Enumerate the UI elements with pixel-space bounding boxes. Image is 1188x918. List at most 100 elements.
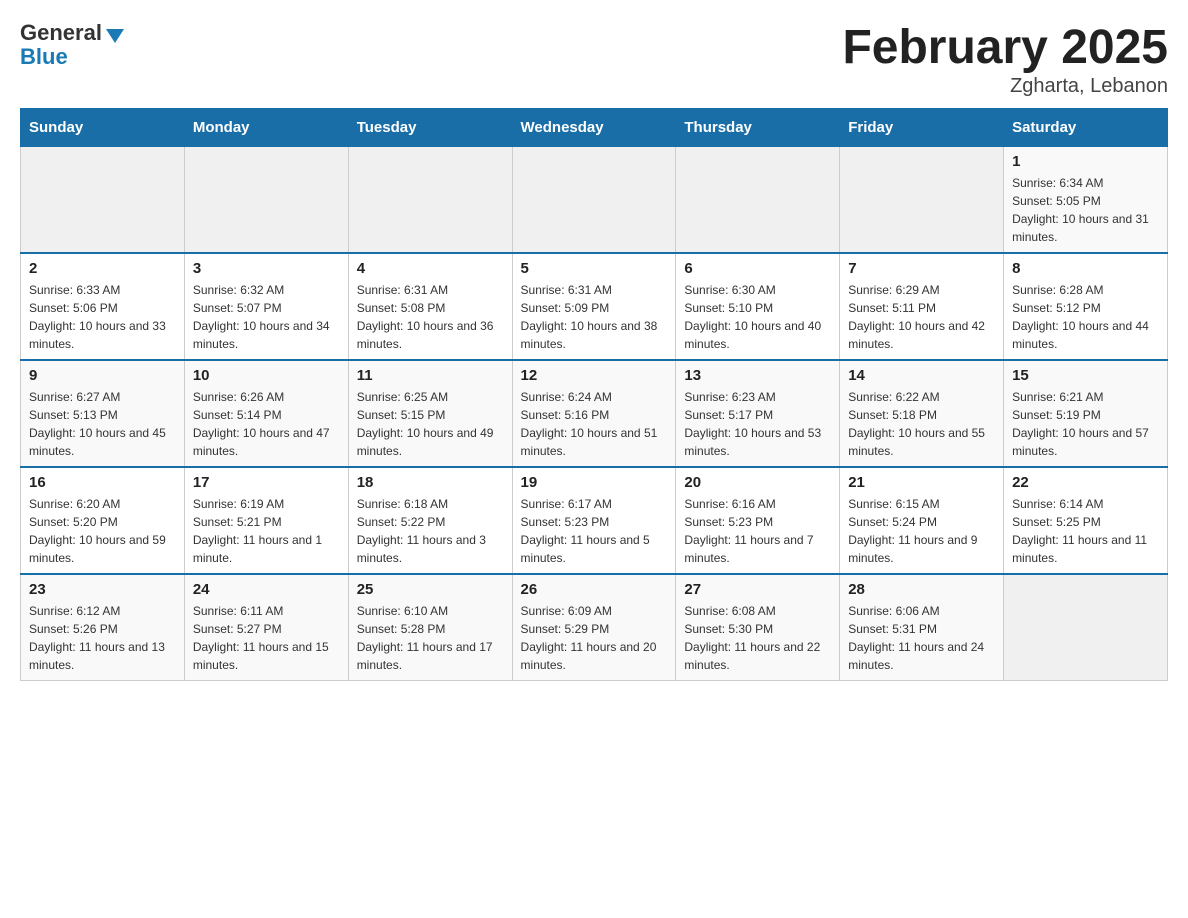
- day-number: 13: [684, 367, 831, 384]
- day-number: 12: [521, 367, 668, 384]
- calendar-cell: [840, 147, 1004, 254]
- calendar-cell: 2 Sunrise: 6:33 AM Sunset: 5:06 PM Daylig…: [21, 253, 185, 360]
- calendar-cell: 18Sunrise: 6:18 AM Sunset: 5:22 PM Dayli…: [348, 467, 512, 574]
- calendar-cell: 5Sunrise: 6:31 AM Sunset: 5:09 PM Daylig…: [512, 253, 676, 360]
- day-info: Sunrise: 6:34 AM Sunset: 5:05 PM Dayligh…: [1012, 174, 1159, 246]
- day-info: Sunrise: 6:15 AM Sunset: 5:24 PM Dayligh…: [848, 495, 995, 567]
- day-number: 27: [684, 581, 831, 598]
- calendar-cell: 3Sunrise: 6:32 AM Sunset: 5:07 PM Daylig…: [184, 253, 348, 360]
- calendar-cell: 27 Sunrise: 6:08 AM Sunset: 5:30 PM Dayli…: [676, 574, 840, 681]
- day-number: 7: [848, 260, 995, 277]
- day-number: 1: [1012, 153, 1159, 170]
- calendar-cell: 26 Sunrise: 6:09 AM Sunset: 5:29 PM Dayli…: [512, 574, 676, 681]
- day-info: Sunrise: 6:26 AM Sunset: 5:14 PM Dayligh…: [193, 388, 340, 460]
- day-number: 9: [29, 367, 176, 384]
- day-info: Sunrise: 6:11 AM Sunset: 5:27 PM Dayligh…: [193, 602, 340, 674]
- calendar-cell: [1004, 574, 1168, 681]
- day-number: 14: [848, 367, 995, 384]
- day-info: Sunrise: 6:22 AM Sunset: 5:18 PM Dayligh…: [848, 388, 995, 460]
- day-info: Sunrise: 6:18 AM Sunset: 5:22 PM Dayligh…: [357, 495, 504, 567]
- calendar-cell: [184, 147, 348, 254]
- day-info: Sunrise: 6:33 AM Sunset: 5:06 PM Dayligh…: [29, 281, 176, 353]
- calendar-week-row: 16 Sunrise: 6:20 AM Sunset: 5:20 PM Dayli…: [21, 467, 1168, 574]
- calendar-week-row: 9 Sunrise: 6:27 AM Sunset: 5:13 PM Daylig…: [21, 360, 1168, 467]
- day-number: 17: [193, 474, 340, 491]
- day-info: Sunrise: 6:19 AM Sunset: 5:21 PM Dayligh…: [193, 495, 340, 567]
- day-of-week-header: Monday: [184, 109, 348, 147]
- page-header: General Blue February 2025 Zgharta, Leba…: [20, 20, 1168, 98]
- day-number: 8: [1012, 260, 1159, 277]
- page-title: February 2025: [842, 20, 1168, 75]
- calendar-cell: 14 Sunrise: 6:22 AM Sunset: 5:18 PM Dayli…: [840, 360, 1004, 467]
- calendar-cell: 12 Sunrise: 6:24 AM Sunset: 5:16 PM Dayli…: [512, 360, 676, 467]
- calendar-cell: 25Sunrise: 6:10 AM Sunset: 5:28 PM Dayli…: [348, 574, 512, 681]
- day-info: Sunrise: 6:28 AM Sunset: 5:12 PM Dayligh…: [1012, 281, 1159, 353]
- calendar-cell: 15 Sunrise: 6:21 AM Sunset: 5:19 PM Dayli…: [1004, 360, 1168, 467]
- day-of-week-header: Thursday: [676, 109, 840, 147]
- logo-general-text: General: [20, 20, 102, 46]
- day-number: 19: [521, 474, 668, 491]
- day-number: 10: [193, 367, 340, 384]
- day-info: Sunrise: 6:27 AM Sunset: 5:13 PM Dayligh…: [29, 388, 176, 460]
- calendar-cell: [21, 147, 185, 254]
- calendar-cell: 1 Sunrise: 6:34 AM Sunset: 5:05 PM Daylig…: [1004, 147, 1168, 254]
- day-info: Sunrise: 6:09 AM Sunset: 5:29 PM Dayligh…: [521, 602, 668, 674]
- day-number: 2: [29, 260, 176, 277]
- calendar-header: SundayMondayTuesdayWednesdayThursdayFrid…: [21, 109, 1168, 147]
- day-of-week-header: Saturday: [1004, 109, 1168, 147]
- day-info: Sunrise: 6:08 AM Sunset: 5:30 PM Dayligh…: [684, 602, 831, 674]
- day-number: 25: [357, 581, 504, 598]
- day-info: Sunrise: 6:24 AM Sunset: 5:16 PM Dayligh…: [521, 388, 668, 460]
- logo-blue-text: Blue: [20, 44, 68, 70]
- calendar-cell: 23 Sunrise: 6:12 AM Sunset: 5:26 PM Dayli…: [21, 574, 185, 681]
- day-info: Sunrise: 6:20 AM Sunset: 5:20 PM Dayligh…: [29, 495, 176, 567]
- calendar-cell: 6 Sunrise: 6:30 AM Sunset: 5:10 PM Daylig…: [676, 253, 840, 360]
- calendar-cell: 13 Sunrise: 6:23 AM Sunset: 5:17 PM Dayli…: [676, 360, 840, 467]
- day-number: 28: [848, 581, 995, 598]
- calendar-week-row: 1 Sunrise: 6:34 AM Sunset: 5:05 PM Daylig…: [21, 147, 1168, 254]
- day-number: 23: [29, 581, 176, 598]
- calendar-cell: 11 Sunrise: 6:25 AM Sunset: 5:15 PM Dayli…: [348, 360, 512, 467]
- calendar-cell: 9 Sunrise: 6:27 AM Sunset: 5:13 PM Daylig…: [21, 360, 185, 467]
- day-number: 15: [1012, 367, 1159, 384]
- calendar-cell: 8 Sunrise: 6:28 AM Sunset: 5:12 PM Daylig…: [1004, 253, 1168, 360]
- logo-arrow-icon: [106, 29, 124, 43]
- calendar-cell: [348, 147, 512, 254]
- calendar-table: SundayMondayTuesdayWednesdayThursdayFrid…: [20, 108, 1168, 681]
- day-info: Sunrise: 6:17 AM Sunset: 5:23 PM Dayligh…: [521, 495, 668, 567]
- day-number: 20: [684, 474, 831, 491]
- days-of-week-row: SundayMondayTuesdayWednesdayThursdayFrid…: [21, 109, 1168, 147]
- day-info: Sunrise: 6:25 AM Sunset: 5:15 PM Dayligh…: [357, 388, 504, 460]
- title-block: February 2025 Zgharta, Lebanon: [842, 20, 1168, 98]
- calendar-cell: 19 Sunrise: 6:17 AM Sunset: 5:23 PM Dayli…: [512, 467, 676, 574]
- calendar-week-row: 23 Sunrise: 6:12 AM Sunset: 5:26 PM Dayli…: [21, 574, 1168, 681]
- calendar-cell: 22Sunrise: 6:14 AM Sunset: 5:25 PM Dayli…: [1004, 467, 1168, 574]
- day-number: 22: [1012, 474, 1159, 491]
- page-subtitle: Zgharta, Lebanon: [842, 75, 1168, 98]
- day-info: Sunrise: 6:12 AM Sunset: 5:26 PM Dayligh…: [29, 602, 176, 674]
- day-number: 26: [521, 581, 668, 598]
- day-of-week-header: Tuesday: [348, 109, 512, 147]
- day-info: Sunrise: 6:23 AM Sunset: 5:17 PM Dayligh…: [684, 388, 831, 460]
- day-info: Sunrise: 6:06 AM Sunset: 5:31 PM Dayligh…: [848, 602, 995, 674]
- logo: General Blue: [20, 20, 124, 70]
- day-of-week-header: Friday: [840, 109, 1004, 147]
- day-info: Sunrise: 6:29 AM Sunset: 5:11 PM Dayligh…: [848, 281, 995, 353]
- calendar-cell: [676, 147, 840, 254]
- calendar-cell: 21 Sunrise: 6:15 AM Sunset: 5:24 PM Dayli…: [840, 467, 1004, 574]
- day-number: 11: [357, 367, 504, 384]
- calendar-cell: 28 Sunrise: 6:06 AM Sunset: 5:31 PM Dayli…: [840, 574, 1004, 681]
- day-info: Sunrise: 6:31 AM Sunset: 5:08 PM Dayligh…: [357, 281, 504, 353]
- day-info: Sunrise: 6:21 AM Sunset: 5:19 PM Dayligh…: [1012, 388, 1159, 460]
- day-number: 21: [848, 474, 995, 491]
- day-info: Sunrise: 6:32 AM Sunset: 5:07 PM Dayligh…: [193, 281, 340, 353]
- day-info: Sunrise: 6:30 AM Sunset: 5:10 PM Dayligh…: [684, 281, 831, 353]
- calendar-week-row: 2 Sunrise: 6:33 AM Sunset: 5:06 PM Daylig…: [21, 253, 1168, 360]
- calendar-cell: 7 Sunrise: 6:29 AM Sunset: 5:11 PM Daylig…: [840, 253, 1004, 360]
- calendar-cell: 17 Sunrise: 6:19 AM Sunset: 5:21 PM Dayli…: [184, 467, 348, 574]
- calendar-cell: 24Sunrise: 6:11 AM Sunset: 5:27 PM Dayli…: [184, 574, 348, 681]
- day-info: Sunrise: 6:16 AM Sunset: 5:23 PM Dayligh…: [684, 495, 831, 567]
- day-number: 6: [684, 260, 831, 277]
- day-number: 16: [29, 474, 176, 491]
- day-number: 4: [357, 260, 504, 277]
